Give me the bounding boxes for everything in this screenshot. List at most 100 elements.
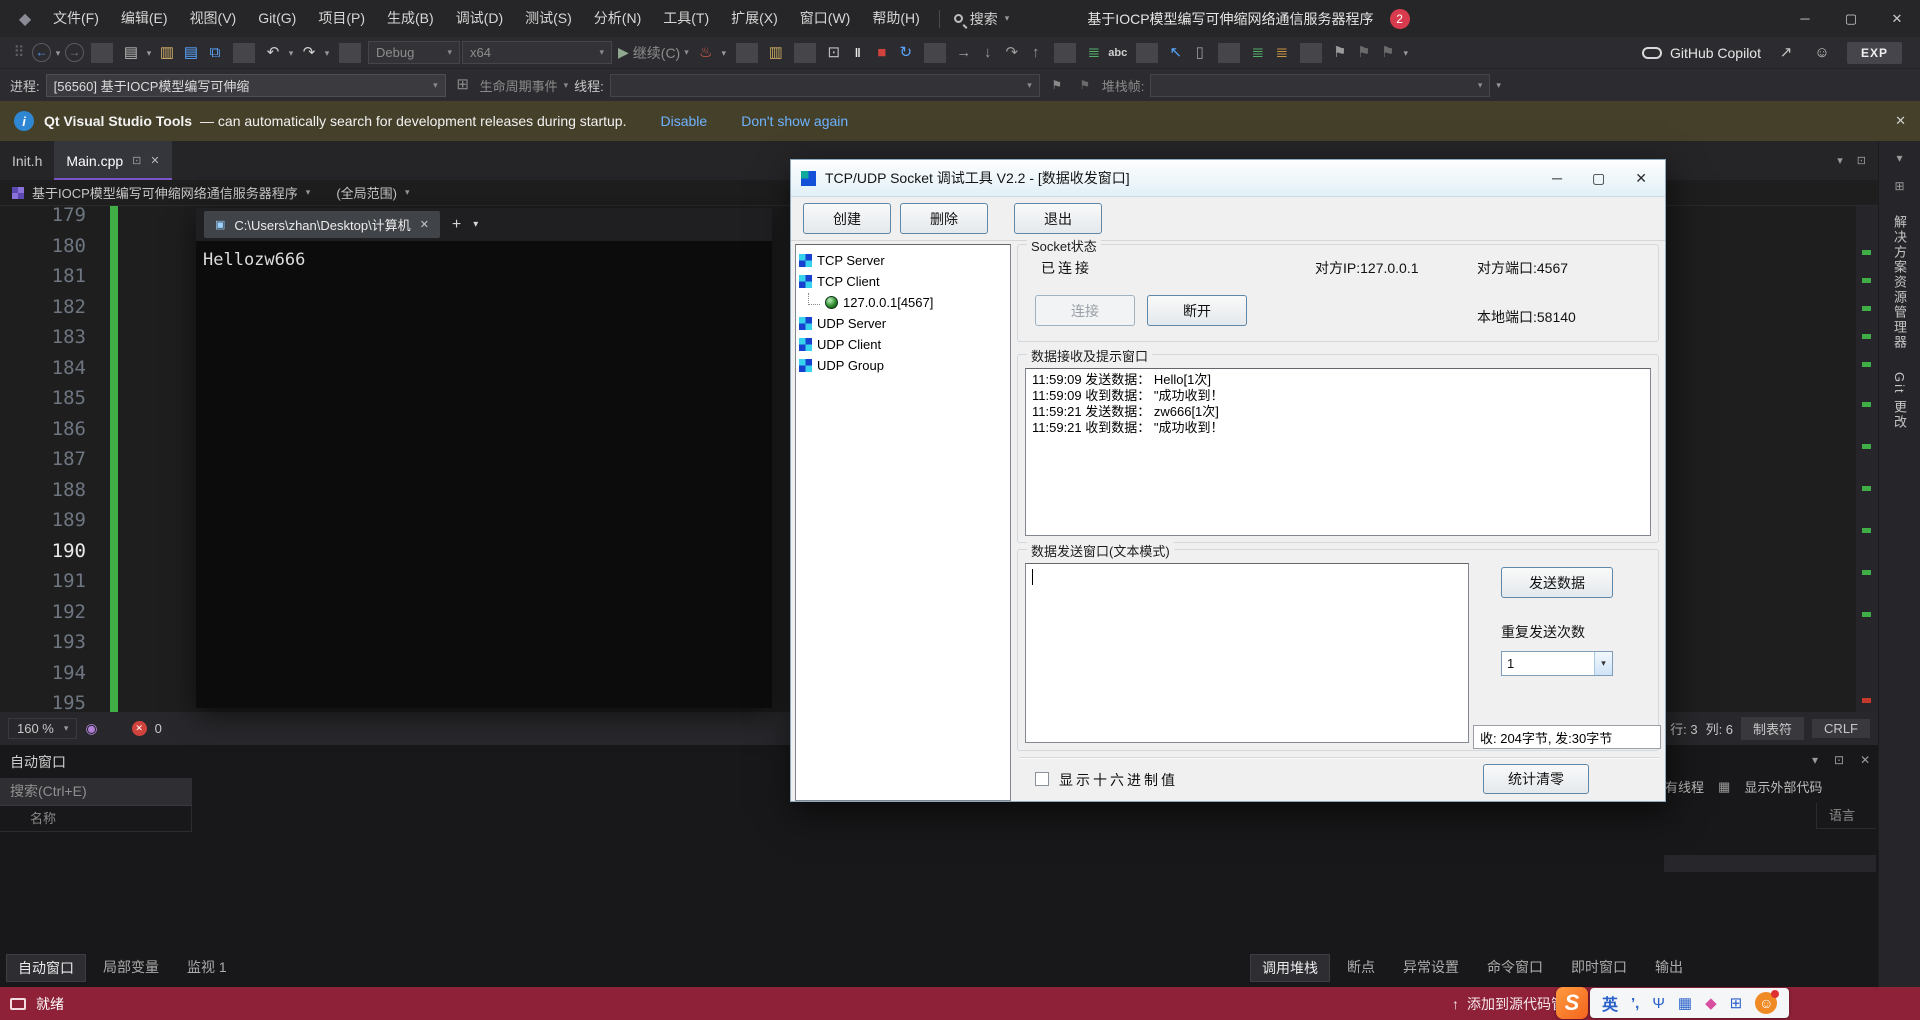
stack-frame-dropdown[interactable]: ▾ xyxy=(1150,74,1490,97)
editor-scrollbar[interactable] xyxy=(1856,206,1878,712)
sidebar-chevron-icon[interactable]: ▾ xyxy=(1896,151,1902,165)
chevron-down-icon[interactable]: ▾ xyxy=(322,41,332,65)
toolbox-icon[interactable]: ⊞ xyxy=(1730,994,1743,1012)
language-column-header[interactable]: 语言 xyxy=(1816,803,1876,829)
menu-item[interactable]: 文件(F) xyxy=(42,0,110,37)
combo-dropdown-button[interactable]: ▾ xyxy=(1594,652,1612,675)
github-copilot-button[interactable]: GitHub Copilot xyxy=(1642,45,1761,61)
sogou-logo-icon[interactable]: S xyxy=(1556,987,1588,1019)
nav-back-icon[interactable]: ← xyxy=(32,43,51,62)
panel-tab[interactable]: 局部变量 xyxy=(92,954,170,982)
pin-icon[interactable]: ⊡ xyxy=(1834,753,1844,767)
tree-item[interactable]: UDP Client xyxy=(799,334,1007,355)
dialog-titlebar[interactable]: TCP/UDP Socket 调试工具 V2.2 - [数据收发窗口] ─ ▢ … xyxy=(791,160,1665,197)
menu-item[interactable]: 视图(V) xyxy=(179,0,248,37)
ime-punctuation-icon[interactable]: ’, xyxy=(1631,995,1639,1012)
save-icon[interactable]: ▤ xyxy=(180,41,202,65)
tree-item[interactable]: UDP Group xyxy=(799,355,1007,376)
notification-badge[interactable]: 2 xyxy=(1390,9,1410,29)
connect-button[interactable]: 连接 xyxy=(1035,295,1135,326)
project-dropdown[interactable]: 基于IOCP模型编写可伸缩网络通信服务器程序 ▾ xyxy=(12,183,310,202)
send-textarea[interactable] xyxy=(1025,563,1469,743)
eol-indicator[interactable]: CRLF xyxy=(1812,719,1870,738)
menu-item[interactable]: 测试(S) xyxy=(514,0,583,37)
platform-dropdown[interactable]: x64▾ xyxy=(462,41,612,64)
scope-dropdown[interactable]: (全局范围) ▾ xyxy=(336,183,409,202)
document-outline-icon[interactable]: ▯ xyxy=(1189,41,1211,65)
float-window-icon[interactable]: ⊡ xyxy=(1857,154,1866,167)
next-bookmark-icon[interactable]: ⚑ xyxy=(1377,41,1399,65)
minimize-button[interactable]: ─ xyxy=(1782,0,1828,37)
panel-tab[interactable]: 命令窗口 xyxy=(1476,954,1554,982)
soft-keyboard-icon[interactable]: ▦ xyxy=(1678,994,1692,1012)
ime-language-toggle[interactable]: 英 xyxy=(1602,991,1618,1015)
panel-tab[interactable]: 调用堆栈 xyxy=(1250,954,1330,982)
step-out-icon[interactable]: ↑ xyxy=(1025,41,1047,65)
menu-item[interactable]: Git(G) xyxy=(247,0,307,37)
open-file-icon[interactable]: ▥ xyxy=(156,41,178,65)
tree-item[interactable]: UDP Server xyxy=(799,313,1007,334)
word-wrap-icon[interactable]: abc xyxy=(1107,41,1129,65)
menu-item[interactable]: 分析(N) xyxy=(583,0,652,37)
tasks-list-icon[interactable]: ≣ xyxy=(1271,41,1293,65)
configuration-dropdown[interactable]: Debug▾ xyxy=(368,41,460,64)
autos-search-input[interactable]: 搜索(Ctrl+E) xyxy=(0,778,192,806)
infobar-close-icon[interactable]: ✕ xyxy=(1895,113,1906,129)
menu-item[interactable]: 窗口(W) xyxy=(789,0,862,37)
redo-icon[interactable]: ↷ xyxy=(298,41,320,65)
panel-tab[interactable]: 断点 xyxy=(1336,954,1386,982)
document-tab[interactable]: Init.h xyxy=(0,141,54,180)
delete-button[interactable]: 删除 xyxy=(900,203,988,234)
maximize-button[interactable]: ▢ xyxy=(1828,0,1874,37)
receive-log[interactable]: 11:59:09 发送数据： Hello[1次]11:59:09 收到数据： "… xyxy=(1025,368,1651,536)
find-in-files-icon[interactable]: ▥ xyxy=(765,41,787,65)
panel-tab[interactable]: 自动窗口 xyxy=(6,954,86,982)
microphone-icon[interactable]: Ψ xyxy=(1652,995,1665,1012)
suggestion-bulb-icon[interactable]: ◉ xyxy=(85,720,97,737)
panel-tab[interactable]: 异常设置 xyxy=(1392,954,1470,982)
chevron-down-icon[interactable]: ▾ xyxy=(286,41,296,65)
nav-forward-icon[interactable]: → xyxy=(65,43,84,62)
socket-tree[interactable]: TCP ServerTCP Client127.0.0.1[4567]UDP S… xyxy=(795,244,1011,801)
bookmark-icon[interactable]: ⚑ xyxy=(1329,41,1351,65)
tab-overflow-icon[interactable]: ▾ xyxy=(1837,154,1843,167)
hex-checkbox[interactable] xyxy=(1035,772,1049,786)
close-icon[interactable]: ✕ xyxy=(150,154,159,167)
tree-item[interactable]: 127.0.0.1[4567] xyxy=(799,292,1007,313)
emoji-icon[interactable]: ☺ xyxy=(1755,992,1777,1014)
terminal-tab[interactable]: ▣ C:\Users\zhan\Desktop\计算机 ✕ xyxy=(204,211,440,238)
restart-icon[interactable]: ↻ xyxy=(895,41,917,65)
feedback-icon[interactable] xyxy=(10,998,26,1010)
chevron-down-icon[interactable]: ▾ xyxy=(473,219,478,230)
sidebar-vertical-tab[interactable]: Git 更改 xyxy=(1890,372,1909,430)
disable-link[interactable]: Disable xyxy=(661,113,708,129)
menu-item[interactable]: 调试(D) xyxy=(445,0,514,37)
tree-item[interactable]: TCP Server xyxy=(799,250,1007,271)
toolbar-overflow-icon[interactable]: ▾ xyxy=(1496,80,1501,91)
send-data-button[interactable]: 发送数据 xyxy=(1501,567,1613,598)
dont-show-again-link[interactable]: Don't show again xyxy=(741,113,848,129)
continue-button[interactable]: ▶ 继续(C) ▾ xyxy=(614,43,693,63)
show-next-statement-icon[interactable]: → xyxy=(953,41,975,65)
skin-icon[interactable]: ◆ xyxy=(1705,994,1717,1012)
flag-icon[interactable]: ⚑ xyxy=(1046,73,1068,97)
save-all-icon[interactable]: ⧉ xyxy=(204,41,226,65)
document-tab[interactable]: Main.cpp⊡✕ xyxy=(54,141,171,180)
flag-outline-icon[interactable]: ⚑ xyxy=(1074,73,1096,97)
close-icon[interactable]: ✕ xyxy=(1860,753,1870,767)
menu-item[interactable]: 编辑(E) xyxy=(110,0,179,37)
new-project-icon[interactable]: ▤ xyxy=(120,41,142,65)
menu-item[interactable]: 帮助(H) xyxy=(861,0,930,37)
share-icon[interactable]: ↗ xyxy=(1775,41,1797,65)
name-column-header[interactable]: 名称 xyxy=(0,806,192,832)
exit-button[interactable]: 退出 xyxy=(1014,203,1102,234)
window-position-icon[interactable]: ▾ xyxy=(1812,753,1818,767)
prev-bookmark-icon[interactable]: ⚑ xyxy=(1353,41,1375,65)
step-into-icon[interactable]: ↓ xyxy=(977,41,999,65)
tabs-indicator[interactable]: 制表符 xyxy=(1741,717,1804,740)
pin-icon[interactable]: ⊡ xyxy=(132,154,141,167)
clear-stats-button[interactable]: 统计清零 xyxy=(1483,764,1589,794)
disconnect-button[interactable]: 断开 xyxy=(1147,295,1247,326)
process-dropdown[interactable]: [56560] 基于IOCP模型编写可伸缩 ▾ xyxy=(46,74,446,97)
menu-item[interactable]: 工具(T) xyxy=(652,0,720,37)
